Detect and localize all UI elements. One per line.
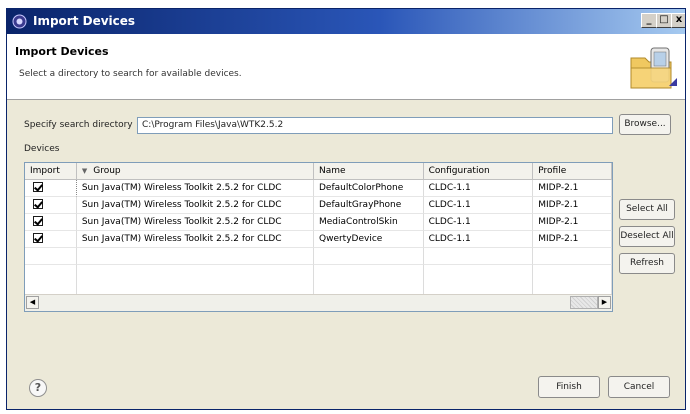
title-bar: Import Devices _ □ x (7, 9, 685, 34)
browse-button[interactable]: Browse... (619, 114, 671, 135)
deselect-all-button[interactable]: Deselect All (619, 226, 675, 247)
cell-configuration: CLDC-1.1 (423, 180, 534, 197)
header-title: Import Devices (15, 45, 109, 58)
table-row[interactable]: Sun Java(TM) Wireless Toolkit 2.5.2 for … (25, 180, 612, 197)
refresh-button[interactable]: Refresh (619, 253, 675, 274)
column-group-label: Group (93, 166, 121, 176)
help-icon[interactable]: ? (29, 379, 47, 397)
devices-table: Import ▼ Group Name Configuration Profile… (24, 162, 613, 312)
scroll-right-icon[interactable]: ▶ (598, 296, 611, 309)
column-configuration[interactable]: Configuration (423, 163, 534, 180)
table-row[interactable]: Sun Java(TM) Wireless Toolkit 2.5.2 for … (25, 231, 612, 248)
column-name[interactable]: Name (314, 163, 424, 180)
close-button[interactable]: x (671, 13, 685, 28)
import-checkbox[interactable] (33, 233, 43, 243)
cell-name: MediaControlSkin (314, 214, 424, 231)
scroll-thumb[interactable] (570, 296, 598, 309)
cell-configuration: CLDC-1.1 (423, 197, 534, 214)
cancel-button[interactable]: Cancel (608, 376, 670, 398)
row-checkbox-cell[interactable] (25, 197, 77, 214)
cell-profile: MIDP-2.1 (533, 197, 612, 214)
column-import[interactable]: Import (25, 163, 77, 180)
cell-configuration: CLDC-1.1 (423, 231, 534, 248)
row-checkbox-cell[interactable] (25, 231, 77, 248)
maximize-button[interactable]: □ (656, 13, 672, 28)
table-row[interactable]: Sun Java(TM) Wireless Toolkit 2.5.2 for … (25, 214, 612, 231)
row-checkbox-cell[interactable] (25, 214, 77, 231)
table-header: Import ▼ Group Name Configuration Profile (25, 163, 612, 180)
cell-name: DefaultColorPhone (314, 180, 424, 197)
sort-down-icon: ▼ (81, 167, 88, 175)
cell-group: Sun Java(TM) Wireless Toolkit 2.5.2 for … (76, 214, 314, 231)
cell-group: Sun Java(TM) Wireless Toolkit 2.5.2 for … (76, 180, 314, 197)
cell-profile: MIDP-2.1 (533, 231, 612, 248)
import-checkbox[interactable] (33, 182, 43, 192)
scroll-left-icon[interactable]: ◀ (26, 296, 39, 309)
cell-group: Sun Java(TM) Wireless Toolkit 2.5.2 for … (76, 197, 314, 214)
row-checkbox-cell[interactable] (25, 180, 77, 197)
directory-label: Specify search directory (24, 120, 133, 130)
wizard-header: Import Devices Select a directory to sea… (7, 34, 685, 100)
column-profile[interactable]: Profile (533, 163, 612, 180)
cell-profile: MIDP-2.1 (533, 180, 612, 197)
cell-configuration: CLDC-1.1 (423, 214, 534, 231)
cell-name: DefaultGrayPhone (314, 197, 424, 214)
devices-label: Devices (24, 144, 60, 154)
import-checkbox[interactable] (33, 216, 43, 226)
table-row-empty (25, 265, 612, 295)
import-devices-dialog: Import Devices _ □ x Import Devices Sele… (6, 8, 686, 410)
column-group[interactable]: ▼ Group (76, 163, 314, 180)
finish-button[interactable]: Finish (538, 376, 600, 398)
cell-name: QwertyDevice (314, 231, 424, 248)
select-all-button[interactable]: Select All (619, 199, 675, 220)
horizontal-scrollbar[interactable]: ◀ ▶ (25, 294, 612, 311)
header-description: Select a directory to search for availab… (19, 69, 242, 79)
minimize-button[interactable]: _ (641, 13, 657, 28)
window-title: Import Devices (33, 14, 136, 28)
device-folder-icon (630, 47, 677, 89)
cell-profile: MIDP-2.1 (533, 214, 612, 231)
import-checkbox[interactable] (33, 199, 43, 209)
directory-field[interactable]: C:\Program Files\Java\WTK2.5.2 (137, 117, 613, 134)
table-row[interactable]: Sun Java(TM) Wireless Toolkit 2.5.2 for … (25, 197, 612, 214)
eclipse-icon (12, 14, 27, 29)
cell-group: Sun Java(TM) Wireless Toolkit 2.5.2 for … (76, 231, 314, 248)
table-row-empty (25, 248, 612, 265)
